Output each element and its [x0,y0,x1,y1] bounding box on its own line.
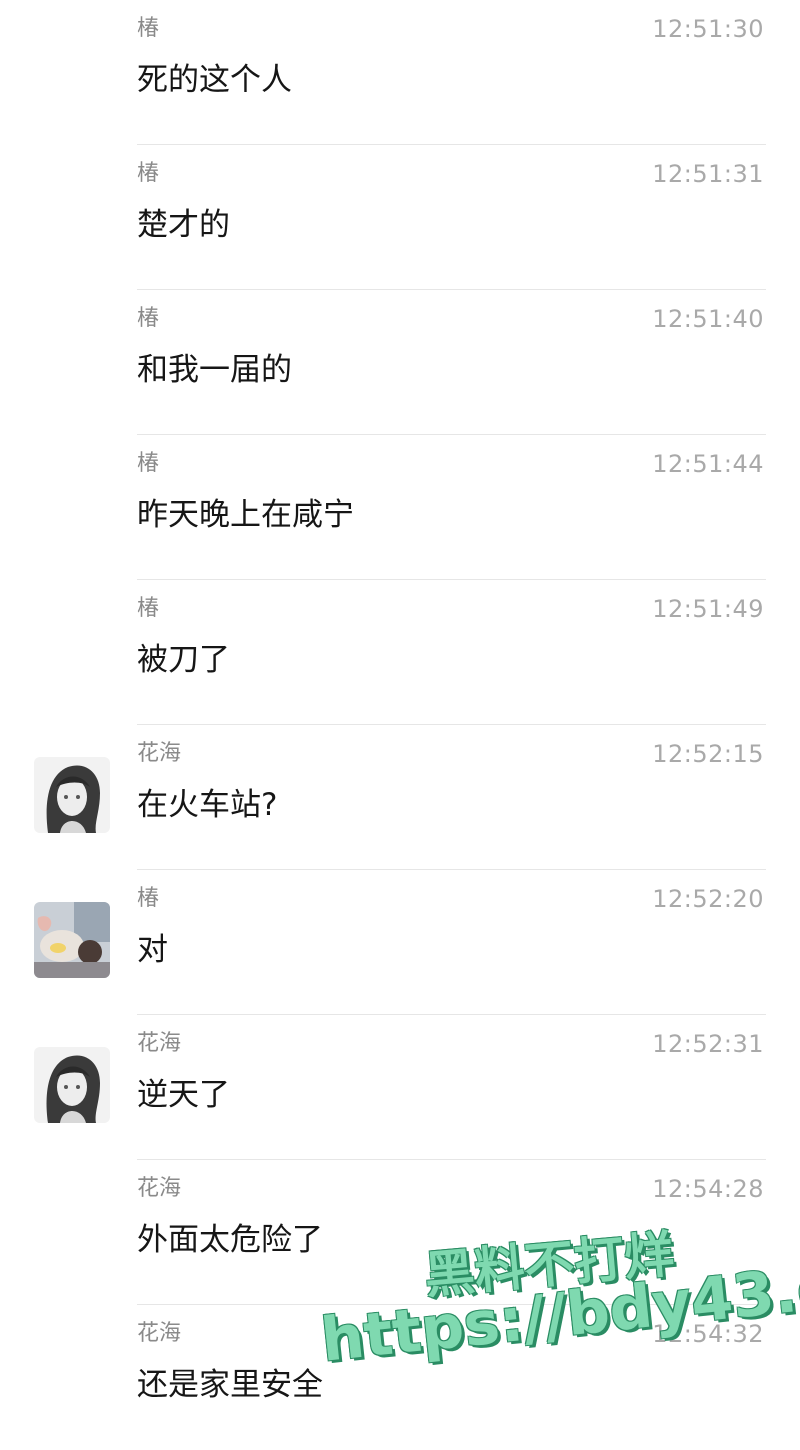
message-timestamp: 12:51:49 [652,595,764,623]
message-text: 死的这个人 [137,62,292,98]
chat-message[interactable]: 椿 12:51:49 被刀了 [0,580,800,725]
chat-message[interactable]: 椿 12:52:20 对 [0,870,800,1015]
message-text: 昨天晚上在咸宁 [137,497,354,533]
message-text: 在火车站? [137,787,278,823]
message-timestamp: 12:52:20 [652,885,764,913]
sender-name: 椿 [137,886,160,911]
sender-name: 椿 [137,451,160,476]
sender-avatar[interactable] [34,757,110,833]
anime-girl-grayscale-avatar-icon [34,1047,110,1123]
message-text: 楚才的 [137,207,230,243]
message-timestamp: 12:51:31 [652,160,764,188]
sender-name: 椿 [137,596,160,621]
chat-message[interactable]: 椿 12:51:31 楚才的 [0,145,800,290]
message-timestamp: 12:52:31 [652,1030,764,1058]
sender-name: 椿 [137,161,160,186]
anime-girl-grayscale-avatar-icon [34,757,110,833]
chat-message[interactable]: 椿 12:51:30 死的这个人 [0,0,800,145]
chat-message[interactable]: 椿 12:51:44 昨天晚上在咸宁 [0,435,800,580]
sender-avatar[interactable] [34,1047,110,1123]
message-text: 和我一届的 [137,352,292,388]
chat-message[interactable]: 花海 12:54:32 还是家里安全 [0,1305,800,1450]
message-text: 还是家里安全 [137,1367,323,1403]
chat-message[interactable]: 花海 12:52:15 在火车站? [0,725,800,870]
photo-avatar-icon [34,902,110,978]
sender-name: 椿 [137,306,160,331]
sender-avatar[interactable] [34,902,110,978]
message-text: 外面太危险了 [137,1222,323,1258]
sender-name: 花海 [137,741,182,766]
message-timestamp: 12:51:40 [652,305,764,333]
message-timestamp: 12:54:32 [652,1320,764,1348]
message-text: 被刀了 [137,642,230,678]
message-timestamp: 12:51:44 [652,450,764,478]
sender-name: 花海 [137,1176,182,1201]
message-text: 逆天了 [137,1077,230,1113]
message-timestamp: 12:51:30 [652,15,764,43]
sender-name: 花海 [137,1321,182,1346]
chat-message[interactable]: 花海 12:52:31 逆天了 [0,1015,800,1160]
message-timestamp: 12:54:28 [652,1175,764,1203]
message-text: 对 [137,932,168,968]
chat-message[interactable]: 花海 12:54:28 外面太危险了 [0,1160,800,1305]
sender-name: 花海 [137,1031,182,1056]
message-timestamp: 12:52:15 [652,740,764,768]
chat-message[interactable]: 椿 12:51:40 和我一届的 [0,290,800,435]
sender-name: 椿 [137,16,160,41]
